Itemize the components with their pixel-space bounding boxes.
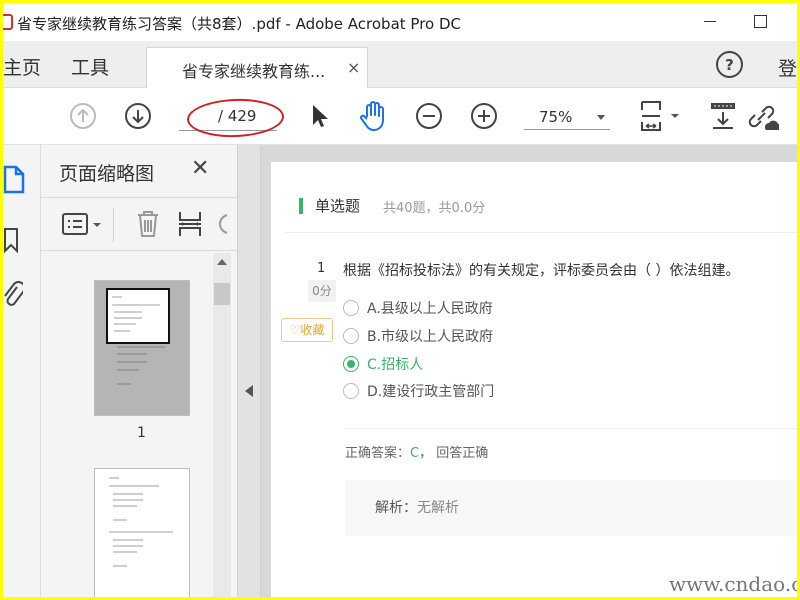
- answer-divider: [345, 428, 797, 429]
- zoom-out-icon[interactable]: [415, 102, 443, 130]
- tab-tools[interactable]: 工具: [71, 53, 109, 80]
- scroll-up-arrow-icon[interactable]: [217, 259, 227, 265]
- section-meta: 共40题，共0.0分: [383, 201, 486, 216]
- document-view[interactable]: 单选题 共40题，共0.0分 1 0分 根据《招标投标法》的有关规定，评标委员会…: [261, 145, 797, 597]
- rotate-page-icon[interactable]: [217, 212, 227, 236]
- option-label: D.建设行政主管部门: [367, 384, 495, 400]
- tab-bar: 主页 工具 省专家继续教育练... × ? 登: [3, 41, 797, 88]
- acrobat-window: 省专家继续教育练习答案（共8套）.pdf - Adobe Acrobat Pro…: [3, 3, 797, 597]
- insert-page-icon[interactable]: [177, 209, 203, 243]
- explanation-label: 解析：: [375, 500, 417, 516]
- section-divider: [285, 232, 797, 233]
- chevron-down-icon: [597, 115, 605, 120]
- section-title: 单选题: [315, 197, 361, 215]
- explanation-box: 解析：无解析: [345, 480, 797, 536]
- correct-answer-row: 正确答案：C， 回答正确: [345, 442, 488, 461]
- help-icon[interactable]: ?: [716, 51, 743, 78]
- title-bar: 省专家继续教育练习答案（共8套）.pdf - Adobe Acrobat Pro…: [3, 3, 797, 41]
- tab-document[interactable]: 省专家继续教育练... ×: [146, 47, 368, 88]
- zoom-level-select[interactable]: 75%: [524, 106, 610, 130]
- delete-page-icon[interactable]: [135, 209, 161, 243]
- acrobat-logo-icon: [3, 14, 13, 30]
- close-tab-button[interactable]: ×: [347, 58, 360, 77]
- thumbnail-page-number: 1: [137, 425, 146, 441]
- tab-home[interactable]: 主页: [3, 53, 41, 80]
- previous-page-icon[interactable]: [69, 102, 97, 130]
- page-thumbnails-icon[interactable]: [3, 165, 25, 199]
- next-page-icon[interactable]: [124, 102, 152, 130]
- left-navigation-rail: [3, 145, 41, 597]
- page-thumbnail[interactable]: [94, 280, 190, 416]
- section-accent-bar: [299, 198, 303, 214]
- panel-splitter[interactable]: [237, 145, 261, 597]
- radio-button[interactable]: [343, 300, 359, 316]
- radio-button[interactable]: [343, 383, 359, 399]
- favorite-button[interactable]: ♡收藏: [281, 318, 333, 342]
- answer-prefix: 正确答案：: [345, 446, 411, 461]
- answer-letter: C: [410, 446, 420, 461]
- share-link-icon[interactable]: [745, 101, 779, 133]
- toolbar-divider: [113, 208, 114, 242]
- page-thumbnails-panel: 页面缩略图 ✕ 1: [41, 145, 237, 597]
- option-label: C.招标人: [367, 357, 424, 373]
- minimize-button[interactable]: [698, 9, 722, 33]
- answer-suffix: ， 回答正确: [419, 446, 489, 461]
- maximize-button[interactable]: [748, 9, 772, 33]
- collapse-panel-arrow-icon[interactable]: [245, 385, 253, 397]
- explanation-row: 解析：无解析: [375, 497, 459, 517]
- scrollbar-thumb[interactable]: [214, 283, 230, 305]
- thumbnails-panel-title: 页面缩略图: [59, 163, 155, 185]
- select-tool-icon[interactable]: [309, 102, 329, 130]
- attachments-icon[interactable]: [3, 281, 26, 315]
- watermark: www.cndao.com: [669, 572, 797, 596]
- thumbnails-scrollbar[interactable]: [213, 253, 231, 597]
- page-thumbnail[interactable]: [94, 468, 190, 597]
- thumbnails-toolbar: [41, 197, 237, 251]
- radio-button[interactable]: [343, 328, 359, 344]
- question-number: 1: [317, 261, 326, 276]
- scroll-mode-icon[interactable]: [708, 100, 738, 132]
- explanation-value: 无解析: [417, 500, 459, 516]
- close-panel-button[interactable]: ✕: [191, 156, 209, 181]
- option-label: B.市级以上人民政府: [367, 329, 494, 345]
- toolbar: / 429 75%: [3, 89, 797, 145]
- sign-in-button[interactable]: 登: [778, 54, 797, 81]
- zoom-in-icon[interactable]: [470, 102, 498, 130]
- fit-page-icon[interactable]: [639, 99, 683, 133]
- hand-tool-icon[interactable]: [358, 100, 388, 132]
- current-view-box[interactable]: [106, 288, 170, 344]
- radio-button-selected[interactable]: [343, 356, 359, 372]
- window-title: 省专家继续教育练习答案（共8套）.pdf - Adobe Acrobat Pro…: [17, 15, 462, 33]
- question-score: 0分: [308, 280, 336, 302]
- thumbnail-options-icon[interactable]: [61, 212, 107, 242]
- bookmarks-icon[interactable]: [3, 227, 21, 259]
- document-tab-label: 省专家继续教育练...: [182, 62, 326, 81]
- option-label: A.县级以上人民政府: [367, 301, 493, 317]
- zoom-level-value: 75%: [539, 108, 573, 126]
- question-text: 根据《招标投标法》的有关规定，评标委员会由（ ）依法组建。: [343, 263, 740, 279]
- pdf-page: 单选题 共40题，共0.0分 1 0分 根据《招标投标法》的有关规定，评标委员会…: [271, 162, 797, 597]
